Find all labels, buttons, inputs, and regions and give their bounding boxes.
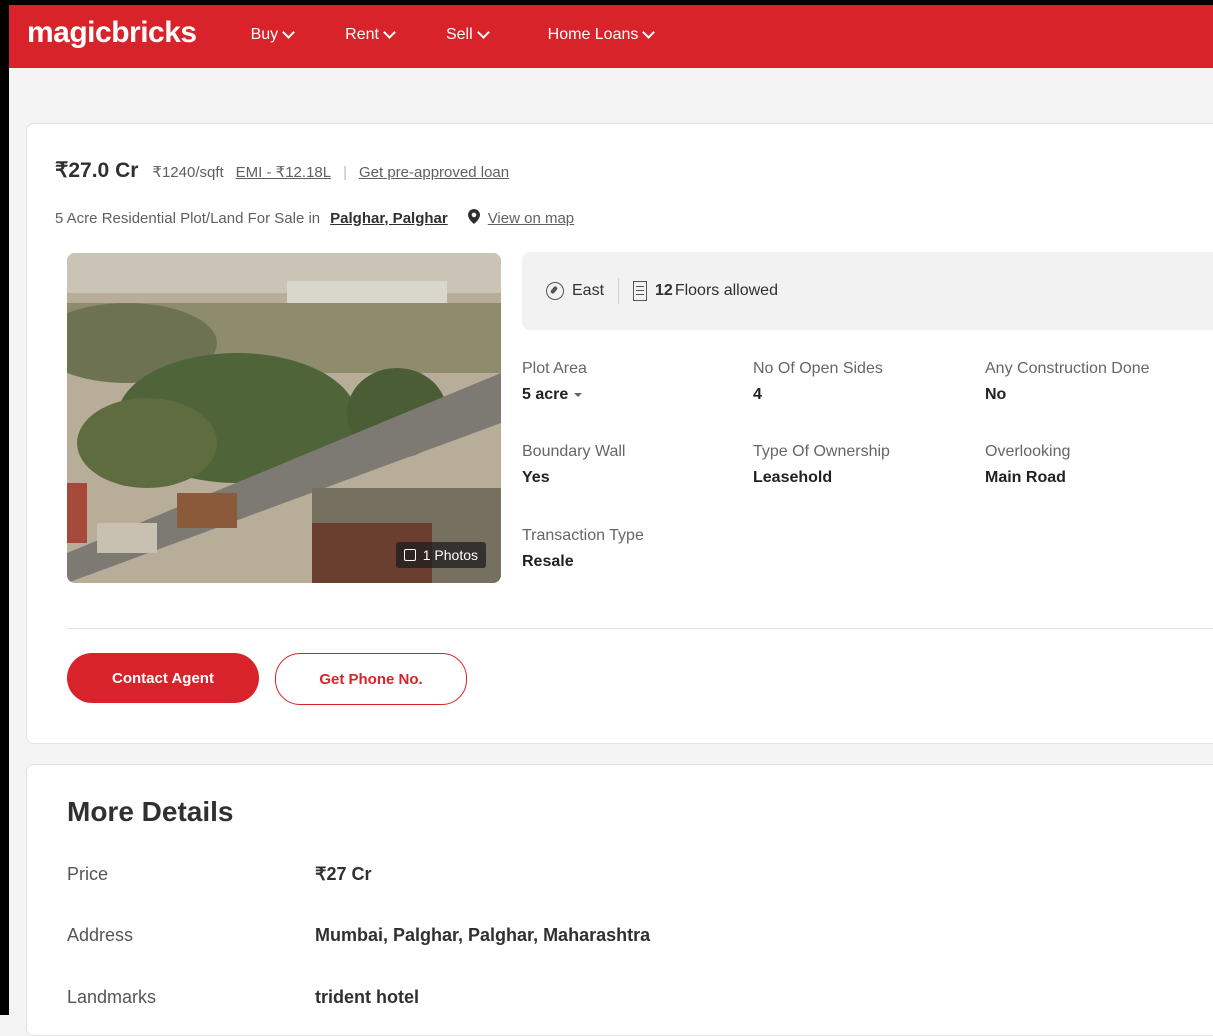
- nav-home-loans[interactable]: Home Loans: [547, 25, 656, 44]
- attr-plot-area: Plot Area 5 acre: [522, 360, 587, 404]
- attr-label: No Of Open Sides: [753, 360, 883, 377]
- facing-text: East: [572, 282, 605, 299]
- gallery-icon: [403, 549, 416, 561]
- floors-count: 12: [655, 282, 673, 299]
- detail-row-price: Price ₹27 Cr: [67, 864, 371, 885]
- price: ₹27.0 Cr: [55, 159, 139, 182]
- nav-home-loans-label: Home Loans: [547, 25, 639, 43]
- pre-approved-loan-link[interactable]: Get pre-approved loan: [359, 164, 509, 181]
- building-floors-icon: [633, 281, 648, 301]
- price-row: ₹27.0 Cr ₹1240/sqft EMI - ₹12.18L | Get …: [55, 158, 509, 183]
- attr-transaction-type: Transaction Type Resale: [522, 527, 644, 571]
- detail-row-landmarks: Landmarks trident hotel: [67, 987, 419, 1008]
- attr-label: Any Construction Done: [985, 360, 1150, 377]
- chevron-down-icon: [642, 25, 656, 39]
- attr-overlooking: Overlooking Main Road: [985, 443, 1070, 487]
- attr-value: 5 acre: [522, 386, 569, 403]
- attr-label: Boundary Wall: [522, 443, 626, 460]
- emi-link[interactable]: EMI - ₹12.18L: [236, 163, 331, 181]
- divider: [67, 628, 1213, 629]
- plot-photo-illustration: [67, 253, 501, 583]
- chevron-down-icon: [383, 25, 396, 39]
- nav-sell-label: Sell: [445, 25, 473, 43]
- divider: [618, 278, 620, 304]
- view-on-map-link[interactable]: View on map: [488, 210, 574, 227]
- nav-rent-label: Rent: [345, 25, 379, 43]
- location-link[interactable]: Palghar, Palghar: [330, 210, 448, 227]
- subtitle-text: 5 Acre Residential Plot/Land For Sale in: [55, 209, 321, 227]
- attr-label: Transaction Type: [522, 527, 644, 544]
- nav-rent[interactable]: Rent: [345, 25, 396, 44]
- compass-icon: [546, 282, 564, 300]
- map-pin-icon: [467, 209, 480, 227]
- attr-label: Overlooking: [985, 443, 1071, 460]
- contact-agent-button[interactable]: Contact Agent: [67, 653, 259, 703]
- top-navbar: magicbricks Buy Rent Sell Home Loans: [9, 5, 1213, 68]
- attr-value: 4: [753, 386, 762, 403]
- price-per-sqft: ₹1240/sqft: [152, 164, 224, 181]
- detail-value: ₹27 Cr: [315, 864, 372, 884]
- nav-sell[interactable]: Sell: [445, 25, 490, 44]
- detail-value: Mumbai, Palghar, Palghar, Maharashtra: [315, 925, 651, 945]
- floors-highlight: 12 Floors allowed: [633, 281, 778, 301]
- detail-key: Price: [67, 864, 109, 884]
- separator: |: [343, 164, 347, 181]
- detail-key: Landmarks: [67, 987, 157, 1007]
- detail-value: trident hotel: [315, 987, 419, 1007]
- attr-ownership: Type Of Ownership Leasehold: [753, 443, 890, 487]
- highlights-bar: East 12 Floors allowed: [522, 252, 1213, 330]
- nav-buy[interactable]: Buy: [250, 25, 296, 44]
- attr-value: No: [985, 386, 1007, 403]
- more-details-title: More Details: [67, 796, 234, 827]
- nav-buy-label: Buy: [250, 25, 279, 43]
- floors-label: Floors allowed: [674, 282, 778, 299]
- get-phone-button[interactable]: Get Phone No.: [275, 653, 467, 705]
- attr-open-sides: No Of Open Sides 4: [753, 360, 883, 404]
- chevron-down-icon: [282, 25, 296, 39]
- attr-value: Main Road: [985, 469, 1066, 486]
- attr-boundary-wall: Boundary Wall Yes: [522, 443, 625, 487]
- attr-label: Plot Area: [522, 360, 587, 377]
- detail-row-address: Address Mumbai, Palghar, Palghar, Mahara…: [67, 925, 650, 946]
- detail-key: Address: [67, 925, 134, 945]
- attr-value: Resale: [522, 553, 574, 570]
- caret-down-icon: [574, 393, 583, 397]
- attr-label: Type Of Ownership: [753, 443, 890, 460]
- magicbricks-logo[interactable]: magicbricks: [27, 16, 197, 50]
- attr-value: Yes: [522, 469, 550, 486]
- listing-subtitle: 5 Acre Residential Plot/Land For Sale in…: [55, 209, 574, 227]
- facing-highlight: East: [522, 282, 604, 300]
- photo-count-badge[interactable]: 1 Photos: [395, 542, 486, 568]
- window-frame-left: [0, 0, 9, 1015]
- plot-area-dropdown[interactable]: 5 acre: [522, 386, 587, 404]
- attr-value: Leasehold: [753, 469, 833, 486]
- chevron-down-icon: [476, 25, 490, 39]
- photo-count-text: 1 Photos: [422, 547, 478, 563]
- attr-construction: Any Construction Done No: [985, 360, 1150, 404]
- property-photo[interactable]: 1 Photos: [67, 253, 501, 583]
